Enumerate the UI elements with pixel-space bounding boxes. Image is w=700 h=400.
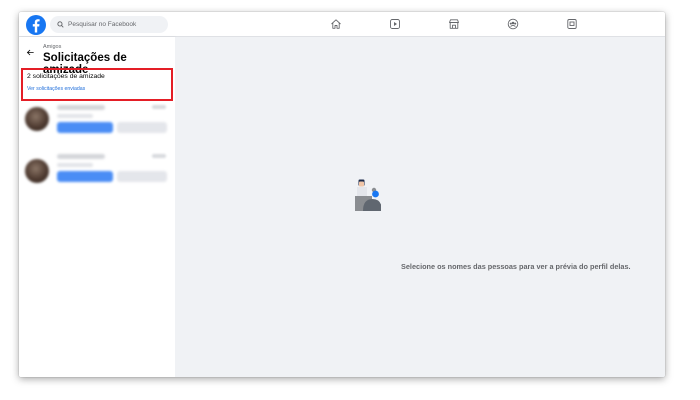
browser-frame: Pesquisar no Facebook Amigos Solicitaçõe… xyxy=(19,12,665,377)
request-time xyxy=(152,154,166,158)
request-time xyxy=(152,105,166,109)
friend-request-item[interactable] xyxy=(19,97,175,143)
mutual-friends xyxy=(57,114,93,118)
home-icon[interactable] xyxy=(330,18,342,30)
confirm-button[interactable] xyxy=(57,122,113,133)
friend-request-item[interactable] xyxy=(19,147,175,193)
search-placeholder: Pesquisar no Facebook xyxy=(68,21,137,28)
mutual-friends xyxy=(57,163,93,167)
avatar[interactable] xyxy=(25,159,49,183)
marketplace-icon[interactable] xyxy=(448,18,460,30)
facebook-logo-icon[interactable] xyxy=(26,15,46,35)
confirm-button[interactable] xyxy=(57,171,113,182)
search-icon xyxy=(57,21,64,28)
avatar[interactable] xyxy=(25,107,49,131)
groups-icon[interactable] xyxy=(507,18,519,30)
request-name[interactable] xyxy=(57,154,105,159)
request-count: 2 solicitações de amizade xyxy=(27,73,105,80)
watch-icon[interactable] xyxy=(389,18,401,30)
breadcrumb[interactable]: Amigos xyxy=(43,44,61,50)
select-person-illustration-icon xyxy=(355,179,381,211)
friend-requests-sidebar: Amigos Solicitações de amizade 2 solicit… xyxy=(19,37,175,377)
delete-button[interactable] xyxy=(117,171,167,182)
delete-button[interactable] xyxy=(117,122,167,133)
back-arrow-icon[interactable] xyxy=(26,48,35,57)
top-navigation-bar: Pesquisar no Facebook xyxy=(19,12,665,37)
search-input[interactable]: Pesquisar no Facebook xyxy=(50,16,168,33)
view-sent-requests-link[interactable]: Ver solicitações enviadas xyxy=(27,86,85,92)
empty-state-message: Selecione os nomes das pessoas para ver … xyxy=(401,262,631,271)
gaming-icon[interactable] xyxy=(566,18,578,30)
request-name[interactable] xyxy=(57,105,105,110)
profile-preview-area xyxy=(175,37,665,377)
